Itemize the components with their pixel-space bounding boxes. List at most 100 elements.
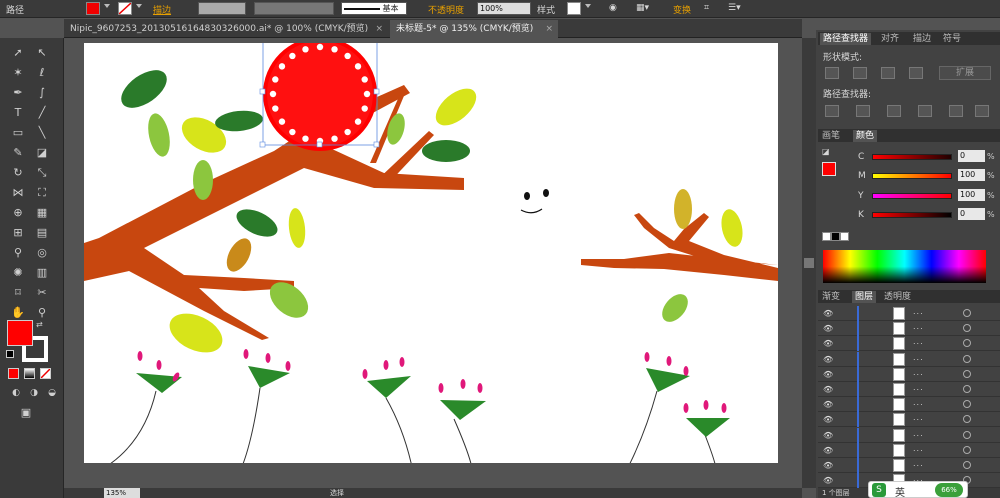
layer-row[interactable]: 👁... [818,412,1000,428]
target-icon[interactable] [963,400,971,409]
target-icon[interactable] [963,339,971,348]
tab-gradient[interactable]: 渐变 [822,291,840,303]
visibility-eye-icon[interactable]: 👁 [823,431,833,440]
color-fill-swatch[interactable] [822,162,836,176]
scroll-thumb[interactable] [804,258,814,268]
none-white-black-swatches[interactable] [822,232,852,242]
symbol-sprayer-tool-icon[interactable]: ✺ [6,264,30,282]
magic-wand-tool-icon[interactable]: ✶ [6,64,30,82]
stroke-swatch[interactable] [118,2,132,15]
target-icon[interactable] [963,445,971,454]
gradient-tool-icon[interactable]: ▤ [30,224,54,242]
artboard-tool-icon[interactable]: ⌑ [6,284,30,302]
color-spectrum[interactable] [823,250,986,283]
tab-symbols[interactable]: 符号 [943,33,961,45]
stroke-dropdown-icon[interactable] [136,4,142,8]
outline-icon[interactable] [949,105,963,117]
target-icon[interactable] [963,369,971,378]
isolate-icon[interactable]: ⌗ [704,3,709,13]
selected-sun[interactable] [259,34,380,151]
rectangle-tool-icon[interactable]: ▭ [6,124,30,142]
fill-color-box[interactable] [7,320,33,346]
merge-icon[interactable] [887,105,901,117]
rotate-tool-icon[interactable]: ↻ [6,164,30,182]
target-icon[interactable] [963,415,971,424]
draw-inside-icon[interactable]: ◒ [40,384,64,402]
perspective-grid-tool-icon[interactable]: ▦ [30,204,54,222]
tab-align[interactable]: 对齐 [881,33,899,45]
tab-pathfinder[interactable]: 路径查找器 [820,33,872,45]
channel-m-value[interactable]: 100 [958,169,985,181]
brush-definition[interactable]: 基本 [341,2,407,15]
fill-swatch[interactable] [86,2,100,15]
channel-k-value[interactable]: 0 [958,208,985,220]
target-icon[interactable] [963,461,971,469]
color-none-icon[interactable]: ◪ [822,147,830,156]
sogou-icon[interactable]: S [872,483,886,497]
none-mode-icon[interactable] [40,368,51,379]
ime-language[interactable]: 英 [895,484,905,498]
channel-y-slider[interactable] [872,193,952,199]
divide-icon[interactable] [825,105,839,117]
layer-row[interactable]: 👁... [818,336,1000,352]
visibility-eye-icon[interactable]: 👁 [823,461,833,470]
layer-row[interactable]: 👁... [818,458,1000,473]
transform-label[interactable]: 变换 [673,3,691,16]
align-icon[interactable]: ▦▾ [636,3,649,13]
eyedropper-tool-icon[interactable]: ⚲ [6,244,30,262]
variable-width-profile[interactable] [254,2,334,15]
opacity-field[interactable]: 100% [477,2,531,15]
graph-tool-icon[interactable]: ▥ [30,264,54,282]
stroke-label[interactable]: 描边 [153,3,171,16]
minus-back-icon[interactable] [975,105,989,117]
vertical-scrollbar[interactable] [802,38,816,488]
color-mode-icon[interactable] [8,368,19,379]
layer-row[interactable]: 👁... [818,382,1000,397]
channel-c-slider[interactable] [872,154,952,160]
fill-dropdown-icon[interactable] [104,4,110,8]
visibility-eye-icon[interactable]: 👁 [823,355,833,364]
tab-color[interactable]: 颜色 [853,130,878,142]
exclude-icon[interactable] [909,67,923,79]
zoom-field[interactable]: 135% [104,488,140,498]
minus-front-icon[interactable] [853,67,867,79]
curvature-tool-icon[interactable]: ∫ [30,84,54,102]
target-icon[interactable] [963,324,971,333]
close-icon[interactable]: × [375,20,383,38]
artboard[interactable] [84,34,778,478]
graphic-style-swatch[interactable] [567,2,581,15]
ime-toolbar[interactable]: S 英 66% [868,481,968,498]
channel-c-value[interactable]: 0 [958,150,985,162]
width-tool-icon[interactable]: ⋈ [6,184,30,202]
swap-colors-icon[interactable]: ⇄ [36,320,43,329]
tab-layers[interactable]: 图层 [852,291,877,303]
direct-selection-tool-icon[interactable]: ↖ [30,44,54,62]
tab-stroke[interactable]: 描边 [913,33,931,45]
slice-tool-icon[interactable]: ✂ [30,284,54,302]
artwork[interactable] [84,34,778,478]
layer-row[interactable]: 👁... [818,351,1000,367]
tab-transparency[interactable]: 透明度 [884,291,911,303]
layer-row[interactable]: 👁... [818,442,1000,458]
channel-y-value[interactable]: 100 [958,189,985,201]
visibility-eye-icon[interactable]: 👁 [823,339,833,348]
tab-document-2[interactable]: 未标题-5* @ 135% (CMYK/预览) × [390,20,558,38]
lasso-tool-icon[interactable]: ℓ [30,64,54,82]
blend-tool-icon[interactable]: ◎ [30,244,54,262]
options-icon[interactable]: ☰▾ [728,3,741,13]
channel-k-slider[interactable] [872,212,952,218]
scale-tool-icon[interactable]: ⤡ [30,164,54,182]
layer-row[interactable]: 👁... [818,427,1000,443]
expand-button[interactable]: 扩展 [939,66,991,80]
shape-builder-tool-icon[interactable]: ⊕ [6,204,30,222]
visibility-eye-icon[interactable]: 👁 [823,446,833,455]
intersect-icon[interactable] [881,67,895,79]
line-tool-icon[interactable]: ╱ [30,104,54,122]
selection-tool-icon[interactable]: ➚ [6,44,30,62]
trim-icon[interactable] [856,105,870,117]
visibility-eye-icon[interactable]: 👁 [823,370,833,379]
visibility-eye-icon[interactable]: 👁 [823,400,833,409]
visibility-eye-icon[interactable]: 👁 [823,385,833,394]
visibility-eye-icon[interactable]: 👁 [823,324,833,333]
target-icon[interactable] [963,354,971,363]
